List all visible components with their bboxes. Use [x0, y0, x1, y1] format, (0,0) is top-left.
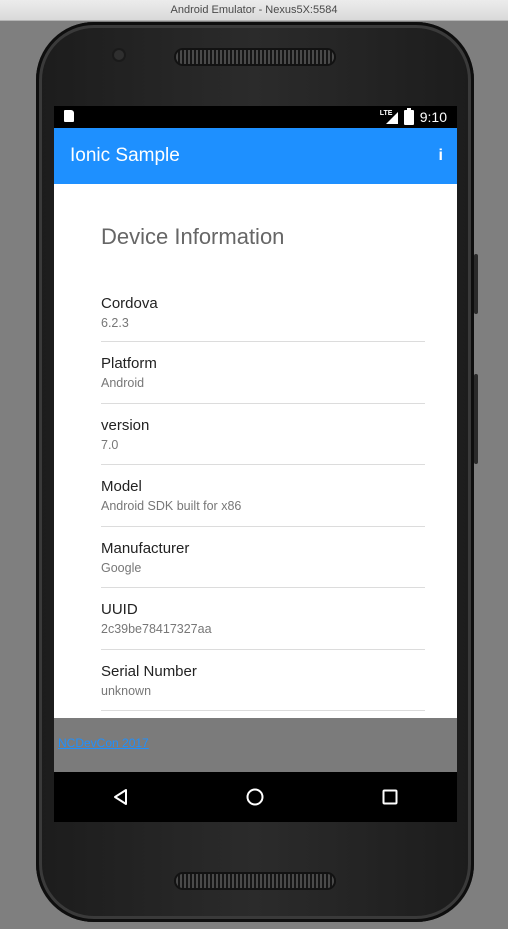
list-item-serial-number: Serial Number unknown [101, 650, 425, 711]
status-time: 9:10 [419, 109, 447, 125]
info-button[interactable]: i [439, 128, 443, 184]
app-toolbar: Ionic Sample i [54, 128, 457, 184]
back-icon [114, 789, 128, 805]
bottom-speaker [176, 874, 334, 888]
list-item-uuid: UUID 2c39be78417327aa [101, 588, 425, 650]
power-button[interactable] [474, 254, 478, 314]
app-footer: NCDevCon 2017 [54, 718, 457, 772]
footer-link[interactable]: NCDevCon 2017 [58, 736, 149, 750]
item-label: Model [101, 478, 142, 495]
page-heading: Device Information [101, 224, 285, 249]
list-item-model: Model Android SDK built for x86 [101, 465, 425, 527]
device-info-list: Cordova 6.2.3 Platform Android version 7… [101, 280, 425, 711]
list-item-manufacturer: Manufacturer Google [101, 527, 425, 588]
window-titlebar: Android Emulator - Nexus5X:5584 [0, 0, 508, 21]
item-value: Android [101, 376, 145, 390]
android-nav-bar [54, 772, 457, 822]
battery-icon [403, 107, 414, 125]
list-item-version: version 7.0 [101, 404, 425, 465]
sd-card-icon [64, 110, 74, 122]
front-camera-icon [114, 50, 124, 60]
lte-signal-icon: LTE [380, 110, 398, 124]
item-value: 7.0 [101, 437, 119, 452]
recents-icon [382, 789, 398, 805]
item-label: Manufacturer [101, 539, 190, 557]
item-value: 6.2.3 [101, 316, 129, 330]
volume-button[interactable] [474, 374, 478, 464]
home-button[interactable] [225, 772, 285, 822]
item-value: unknown [101, 683, 152, 698]
item-label: Serial Number [101, 662, 197, 680]
main-content: Device Information Cordova 6.2.3 Platfor… [54, 184, 457, 718]
device-screen: LTE 9:10 Ionic Sample i Device Informati… [54, 106, 457, 822]
item-value: Android SDK built for x86 [101, 499, 242, 513]
home-icon [246, 788, 264, 806]
recents-button[interactable] [360, 772, 420, 822]
toolbar-title: Ionic Sample [70, 145, 180, 166]
item-value: 2c39be78417327aa [101, 622, 212, 636]
list-item-platform: Platform Android [101, 342, 425, 404]
back-button[interactable] [91, 772, 151, 822]
item-label: version [101, 416, 150, 434]
window-title: Android Emulator - Nexus5X:5584 [170, 4, 338, 16]
item-label: UUID [101, 601, 138, 618]
item-label: Cordova [101, 295, 158, 312]
item-value: Google [101, 560, 142, 575]
status-bar: LTE 9:10 [54, 106, 457, 128]
item-label: Platform [101, 355, 157, 372]
top-speaker [176, 50, 334, 64]
list-item-cordova: Cordova 6.2.3 [101, 280, 425, 342]
